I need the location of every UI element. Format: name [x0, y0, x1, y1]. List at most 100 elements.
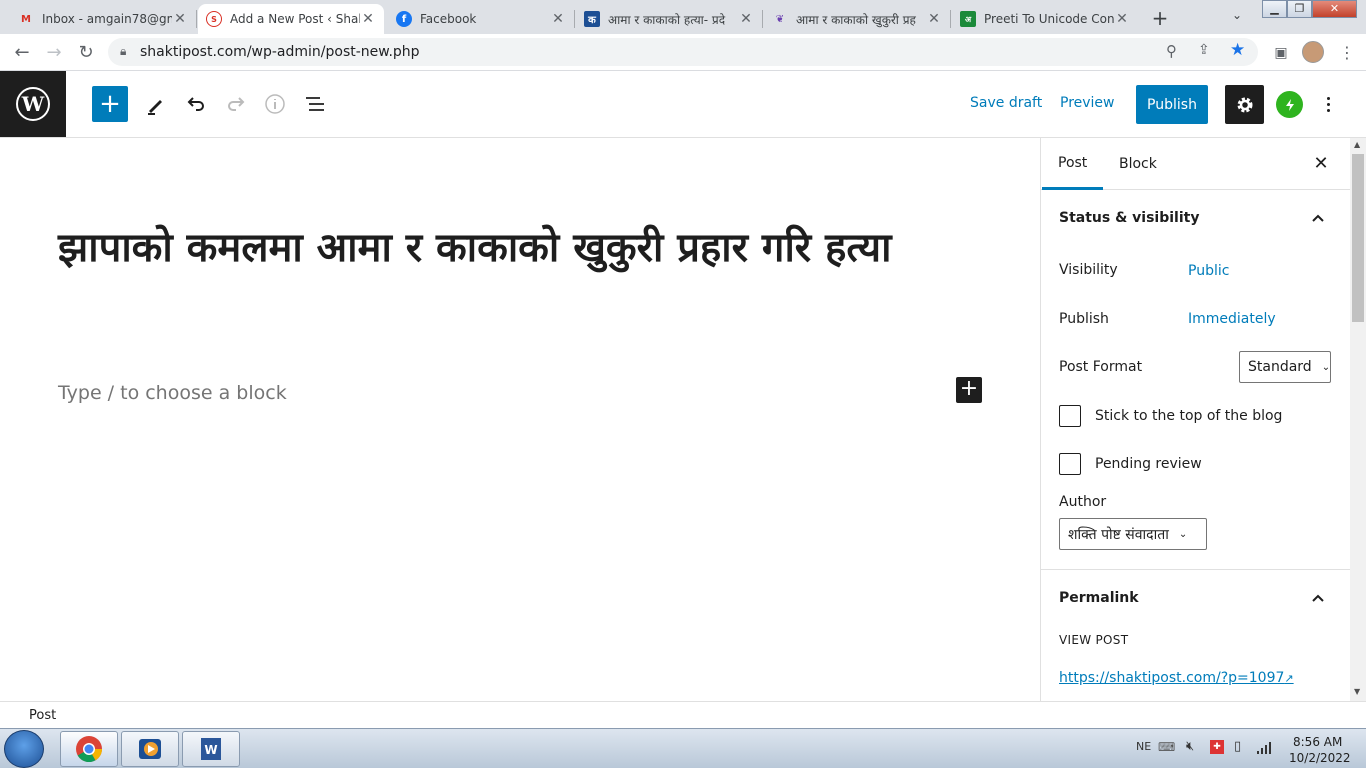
close-icon[interactable]: ✕ — [550, 11, 566, 27]
permalink-title[interactable]: Permalink — [1059, 590, 1139, 606]
browser-tab-news-2[interactable]: ❦ आमा र काकाको खुकुरी प्रह ✕ — [764, 4, 950, 34]
publish-button[interactable]: Publish — [1136, 85, 1208, 124]
sidebar-scrollbar[interactable]: ▲ ▼ — [1350, 138, 1366, 701]
chevron-up-icon[interactable] — [1311, 591, 1325, 605]
visibility-label: Visibility — [1059, 262, 1118, 278]
post-title-input[interactable]: झापाको कमलमा आमा र काकाको खुकुरी प्रहार … — [58, 218, 958, 278]
undo-button[interactable] — [178, 86, 214, 122]
close-icon[interactable]: ✕ — [926, 11, 942, 27]
antivirus-icon[interactable]: ✚ — [1210, 740, 1224, 754]
editor-canvas: झापाको कमलमा आमा र काकाको खुकुरी प्रहार … — [0, 138, 1040, 701]
shaktipost-icon: S — [206, 11, 222, 27]
preview-button[interactable]: Preview — [1060, 95, 1115, 111]
chevron-up-icon[interactable] — [1311, 211, 1325, 225]
author-select[interactable]: शक्ति पोष्ट संवादाता ⌄ — [1059, 518, 1207, 550]
browser-toolbar: ← → ↻ 🔒︎ shaktipost.com/wp-admin/post-ne… — [0, 34, 1366, 71]
tab-title: आमा र काकाको खुकुरी प्रह — [796, 12, 916, 27]
close-window-icon[interactable]: ✕ — [1312, 0, 1357, 18]
tab-title: Facebook — [420, 12, 477, 26]
tab-post[interactable]: Post — [1042, 138, 1103, 190]
chrome-taskbar-button[interactable] — [60, 731, 118, 767]
jetpack-bolt-icon — [1285, 98, 1294, 111]
list-view-button[interactable] — [297, 86, 333, 122]
news-site-icon: क — [584, 11, 600, 27]
browser-tab-news-1[interactable]: क आमा र काकाको हत्या- प्रदे ✕ — [576, 4, 762, 34]
close-icon[interactable]: ✕ — [1309, 152, 1333, 176]
side-panel-icon[interactable]: ▣ — [1268, 40, 1294, 66]
zoom-icon[interactable]: ⚲ — [1166, 42, 1177, 60]
clock-date[interactable]: 10/2/2022 — [1289, 751, 1351, 765]
browser-tab-strip: M Inbox - amgain78@gm ✕ S Add a New Post… — [0, 0, 1366, 34]
wordpress-logo-icon[interactable]: W — [0, 71, 66, 137]
jetpack-button[interactable] — [1276, 91, 1303, 118]
gear-icon — [1237, 97, 1252, 112]
block-placeholder[interactable]: Type / to choose a block — [58, 382, 287, 404]
tab-search-chevron-icon[interactable]: ⌄ — [1228, 8, 1246, 22]
windows-start-button[interactable] — [4, 730, 44, 768]
status-visibility-title[interactable]: Status & visibility — [1059, 210, 1199, 226]
media-player-taskbar-button[interactable] — [121, 731, 179, 767]
browser-tab-preeti[interactable]: अ Preeti To Unicode Conv ✕ — [952, 4, 1138, 34]
scroll-up-icon[interactable]: ▲ — [1354, 140, 1360, 149]
close-icon[interactable]: ✕ — [172, 11, 188, 27]
volume-muted-icon[interactable]: 🔇︎ — [1186, 739, 1194, 754]
battery-icon[interactable]: ▯ — [1234, 739, 1241, 754]
close-icon[interactable]: ✕ — [1114, 11, 1130, 27]
pending-review-label[interactable]: Pending review — [1095, 456, 1202, 472]
chevron-down-icon: ⌄ — [1321, 361, 1331, 373]
bookmark-star-icon[interactable]: ★ — [1230, 40, 1245, 60]
scroll-down-icon[interactable]: ▼ — [1354, 687, 1360, 696]
minimize-window-icon[interactable]: ▁ — [1262, 0, 1287, 18]
inline-add-block-button[interactable]: + — [956, 377, 982, 403]
restore-window-icon[interactable]: ❐ — [1287, 0, 1312, 18]
svg-text:W: W — [21, 92, 45, 116]
sticky-checkbox[interactable] — [1059, 405, 1081, 427]
post-format-select[interactable]: Standard ⌄ — [1239, 351, 1331, 383]
add-block-button[interactable]: + — [92, 86, 128, 122]
redo-button[interactable] — [218, 86, 254, 122]
plus-icon: + — [99, 89, 121, 119]
pending-review-checkbox[interactable] — [1059, 453, 1081, 475]
profile-avatar[interactable] — [1302, 41, 1324, 63]
permalink-link[interactable]: https://shaktipost.com/?p=1097↗ — [1059, 670, 1294, 686]
redo-icon — [228, 97, 245, 111]
preeti-icon: अ — [960, 11, 976, 27]
pencil-icon — [148, 100, 162, 115]
publish-date-toggle[interactable]: Immediately — [1188, 311, 1276, 327]
editor-header: W + Save draft Preview Publish — [0, 71, 1366, 138]
lock-icon[interactable]: 🔒︎ — [120, 44, 126, 59]
word-icon: W — [201, 738, 221, 760]
word-taskbar-button[interactable]: W — [182, 731, 240, 767]
tab-title: Add a New Post ‹ Shakt — [230, 12, 360, 26]
tab-block[interactable]: Block — [1103, 138, 1173, 190]
network-signal-icon[interactable] — [1256, 741, 1272, 755]
forward-arrow-icon[interactable]: → — [41, 40, 67, 66]
svg-text:W: W — [204, 743, 217, 757]
options-menu-button[interactable] — [1318, 91, 1338, 118]
tools-pencil-button[interactable] — [138, 86, 174, 122]
clock-time[interactable]: 8:56 AM — [1293, 735, 1342, 749]
browser-tab-facebook[interactable]: f Facebook ✕ — [388, 4, 574, 34]
browser-tab-add-post[interactable]: S Add a New Post ‹ Shakt ✕ — [198, 4, 384, 34]
close-icon[interactable]: ✕ — [360, 11, 376, 27]
new-tab-icon[interactable]: + — [1150, 6, 1170, 30]
info-icon — [265, 94, 285, 114]
details-button[interactable] — [257, 86, 293, 122]
sticky-label[interactable]: Stick to the top of the blog — [1095, 408, 1282, 424]
breadcrumb[interactable]: Post — [29, 708, 56, 723]
settings-button[interactable] — [1225, 85, 1264, 124]
save-draft-button[interactable]: Save draft — [970, 95, 1042, 111]
address-bar[interactable]: 🔒︎ shaktipost.com/wp-admin/post-new.php … — [108, 38, 1258, 66]
visibility-toggle[interactable]: Public — [1188, 263, 1229, 279]
external-link-icon: ↗ — [1284, 672, 1294, 685]
scroll-thumb[interactable] — [1352, 154, 1364, 322]
share-icon[interactable]: ⇪ — [1198, 42, 1210, 58]
browser-tab-gmail[interactable]: M Inbox - amgain78@gm ✕ — [10, 4, 196, 34]
back-arrow-icon[interactable]: ← — [9, 40, 35, 66]
url-text[interactable]: shaktipost.com/wp-admin/post-new.php — [140, 44, 420, 60]
browser-menu-icon[interactable]: ⋮ — [1334, 40, 1360, 66]
language-indicator[interactable]: NE — [1136, 740, 1151, 753]
close-icon[interactable]: ✕ — [738, 11, 754, 27]
reload-icon[interactable]: ↻ — [73, 40, 99, 66]
keyboard-icon[interactable]: ⌨ — [1158, 740, 1175, 754]
